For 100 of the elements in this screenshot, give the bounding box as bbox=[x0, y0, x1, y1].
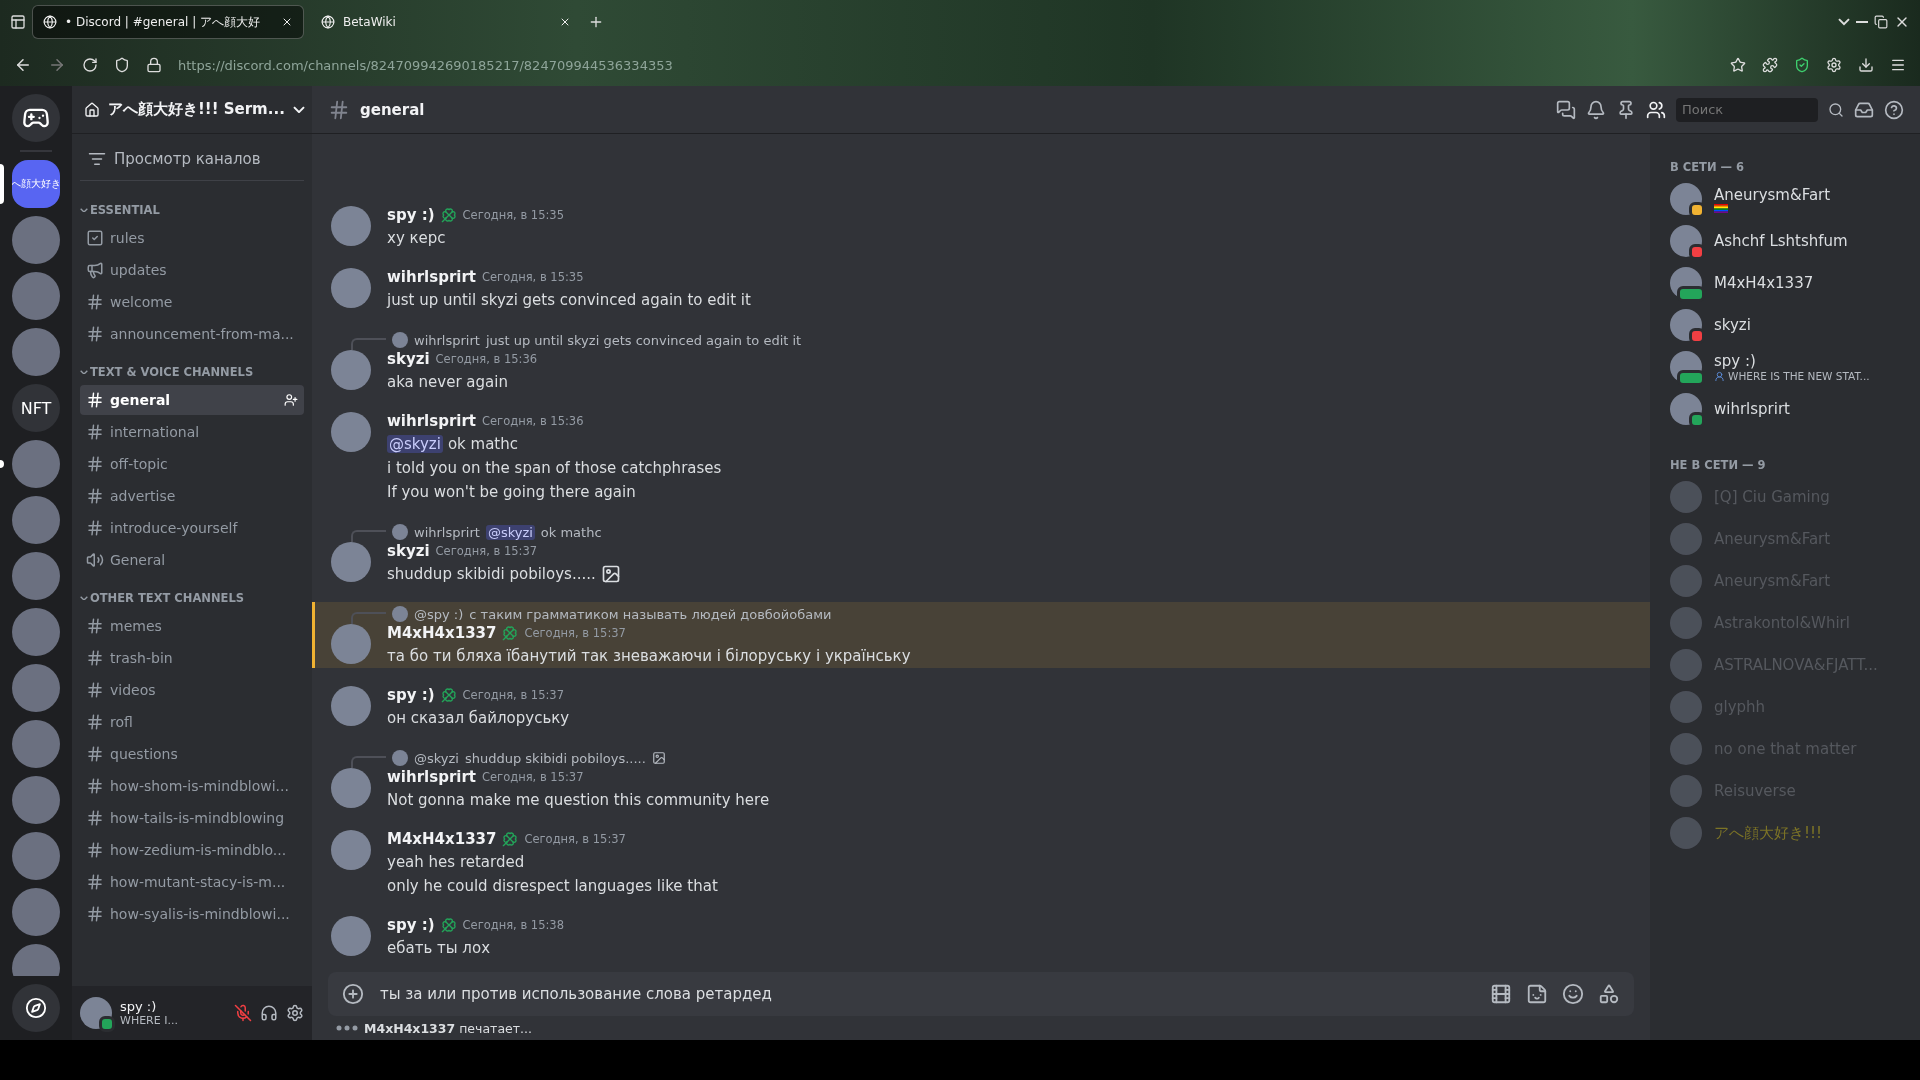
channel-item[interactable]: off-topic bbox=[80, 449, 304, 479]
avatar bbox=[331, 268, 371, 308]
channel-item[interactable]: how-zedium-is-mindblo... bbox=[80, 835, 304, 865]
reply-author: wihrlsprirt bbox=[414, 524, 480, 540]
member-item[interactable]: spy :) WHERE IS THE NEW STAT... bbox=[1662, 346, 1912, 388]
timestamp: Сегодня, в 15:36 bbox=[435, 352, 538, 366]
message-text: i told you on the span of those catchphrases bbox=[387, 459, 722, 477]
server-icon[interactable] bbox=[12, 440, 60, 488]
category-header[interactable]: TEXT & VOICE CHANNELS bbox=[80, 351, 304, 383]
list-icon bbox=[88, 150, 106, 168]
person-icon bbox=[1714, 370, 1725, 382]
author-name[interactable]: wihrlsprirt bbox=[387, 412, 476, 430]
channel-item[interactable]: announcement-from-ma... bbox=[80, 319, 304, 349]
server-icon[interactable] bbox=[12, 776, 60, 824]
close-icon bbox=[281, 16, 293, 28]
clover-icon bbox=[502, 831, 519, 847]
clover-icon bbox=[440, 917, 457, 933]
hash-icon bbox=[328, 98, 350, 121]
server-icon[interactable]: NFT bbox=[12, 384, 60, 432]
browse-channels[interactable]: Просмотр каналов bbox=[80, 142, 304, 181]
message-text: ok mathc bbox=[447, 435, 518, 453]
rainbow-flag-icon bbox=[1714, 203, 1728, 213]
mention[interactable]: @skyzi bbox=[485, 524, 535, 540]
browser-tab[interactable]: BetaWiki bbox=[310, 5, 582, 39]
download-icon bbox=[1858, 57, 1874, 73]
channel-item[interactable]: advertise bbox=[80, 481, 304, 511]
member-item[interactable]: Aneurysm&Fart bbox=[1662, 178, 1912, 220]
hash-icon bbox=[86, 873, 104, 891]
server-icon[interactable] bbox=[12, 608, 60, 656]
member-item[interactable]: Ashchf Lshtshfum bbox=[1662, 220, 1912, 262]
search-field[interactable]: Поиск bbox=[1676, 97, 1818, 122]
avatar bbox=[331, 350, 371, 390]
category-header[interactable]: ESSENTIAL bbox=[80, 189, 304, 221]
message-text: ебать ты лох bbox=[387, 939, 490, 957]
channel-item[interactable]: trash-bin bbox=[80, 643, 304, 673]
channel-item[interactable]: questions bbox=[80, 739, 304, 769]
channel-item[interactable]: General bbox=[80, 545, 304, 575]
browser-tab[interactable]: • Discord | #general | アへ顔大好 bbox=[32, 5, 304, 39]
timestamp: Сегодня, в 15:37 bbox=[482, 770, 584, 784]
discover-button[interactable] bbox=[12, 984, 60, 1032]
author-name[interactable]: skyzi bbox=[387, 542, 430, 560]
avatar bbox=[1670, 775, 1702, 807]
chevron-down-icon bbox=[80, 207, 88, 213]
sticker-icon bbox=[651, 751, 666, 765]
timestamp: Сегодня, в 15:37 bbox=[524, 626, 626, 640]
channel-item[interactable]: videos bbox=[80, 675, 304, 705]
channel-item[interactable]: international bbox=[80, 417, 304, 447]
server-icon[interactable] bbox=[12, 720, 60, 768]
bell-icon bbox=[1586, 99, 1606, 120]
reply-text: shuddup skibidi pobiloys..... bbox=[464, 750, 646, 766]
channel-item[interactable]: how-tails-is-mindblowing bbox=[80, 803, 304, 833]
channel-item[interactable]: rofl bbox=[80, 707, 304, 737]
channel-item[interactable]: welcome bbox=[80, 287, 304, 317]
author-name[interactable]: skyzi bbox=[387, 350, 430, 368]
channel-item[interactable]: how-syalis-is-mindblowi... bbox=[80, 899, 304, 929]
channel-item[interactable]: memes bbox=[80, 611, 304, 641]
server-icon[interactable] bbox=[12, 888, 60, 936]
server-icon[interactable] bbox=[12, 664, 60, 712]
message-input[interactable]: ты за или против использование слова ретардед bbox=[378, 984, 1476, 1004]
author-name[interactable]: wihrlsprirt bbox=[387, 768, 476, 786]
server-icon[interactable] bbox=[12, 496, 60, 544]
channel-item[interactable]: updates bbox=[80, 255, 304, 285]
settings-icon bbox=[286, 1004, 304, 1022]
member-item[interactable]: skyzi bbox=[1662, 304, 1912, 346]
author-name[interactable]: spy :) bbox=[387, 206, 435, 224]
section-heading: В СЕТИ — 6 bbox=[1669, 159, 1746, 176]
restore-icon bbox=[1874, 15, 1888, 29]
server-icon[interactable] bbox=[12, 552, 60, 600]
chevron-down-icon bbox=[292, 105, 305, 114]
channel-item[interactable]: how-shom-is-mindblowi... bbox=[80, 771, 304, 801]
help-icon bbox=[1884, 99, 1904, 120]
server-header[interactable]: アへ顔大好き!!! Serm... bbox=[72, 86, 312, 134]
channel-item[interactable]: general bbox=[80, 385, 304, 415]
server-icon[interactable] bbox=[12, 272, 60, 320]
author-name[interactable]: M4xH4x1337 bbox=[387, 624, 497, 642]
author-name[interactable]: spy :) bbox=[387, 916, 435, 934]
member-item[interactable]: M4xH4x1337 bbox=[1662, 262, 1912, 304]
server-icon[interactable] bbox=[12, 328, 60, 376]
hash-icon bbox=[86, 713, 104, 731]
channel-item[interactable]: rules bbox=[80, 223, 304, 253]
globe-icon bbox=[43, 15, 57, 29]
server-icon[interactable] bbox=[12, 216, 60, 264]
author-name[interactable]: spy :) bbox=[387, 686, 435, 704]
server-icon[interactable] bbox=[12, 832, 60, 880]
message-text: Not gonna make me question this community here bbox=[387, 791, 770, 809]
author-name[interactable]: wihrlsprirt bbox=[387, 268, 476, 286]
author-name[interactable]: M4xH4x1337 bbox=[387, 830, 497, 848]
hash-icon bbox=[86, 745, 104, 763]
address-bar[interactable]: https://discord.com/channels/824709942690185217/824709944536334353 bbox=[178, 50, 1714, 80]
bookmark-star-icon bbox=[1730, 57, 1746, 73]
message-text: yeah hes retarded bbox=[387, 853, 525, 871]
member-item[interactable]: wihrlsprirt bbox=[1662, 388, 1912, 430]
hash-icon bbox=[86, 487, 104, 505]
member-item[interactable]: アへ顔大好き!!! bbox=[1662, 812, 1912, 854]
home-button[interactable] bbox=[12, 94, 60, 142]
channel-item[interactable]: introduce-yourself bbox=[80, 513, 304, 543]
channel-item[interactable]: how-mutant-stacy-is-m... bbox=[80, 867, 304, 897]
message-field[interactable]: ты за или против использование слова ретардед bbox=[328, 972, 1634, 1016]
category-header[interactable]: OTHER TEXT CHANNELS bbox=[80, 577, 304, 609]
mention[interactable]: @skyzi bbox=[387, 435, 443, 453]
